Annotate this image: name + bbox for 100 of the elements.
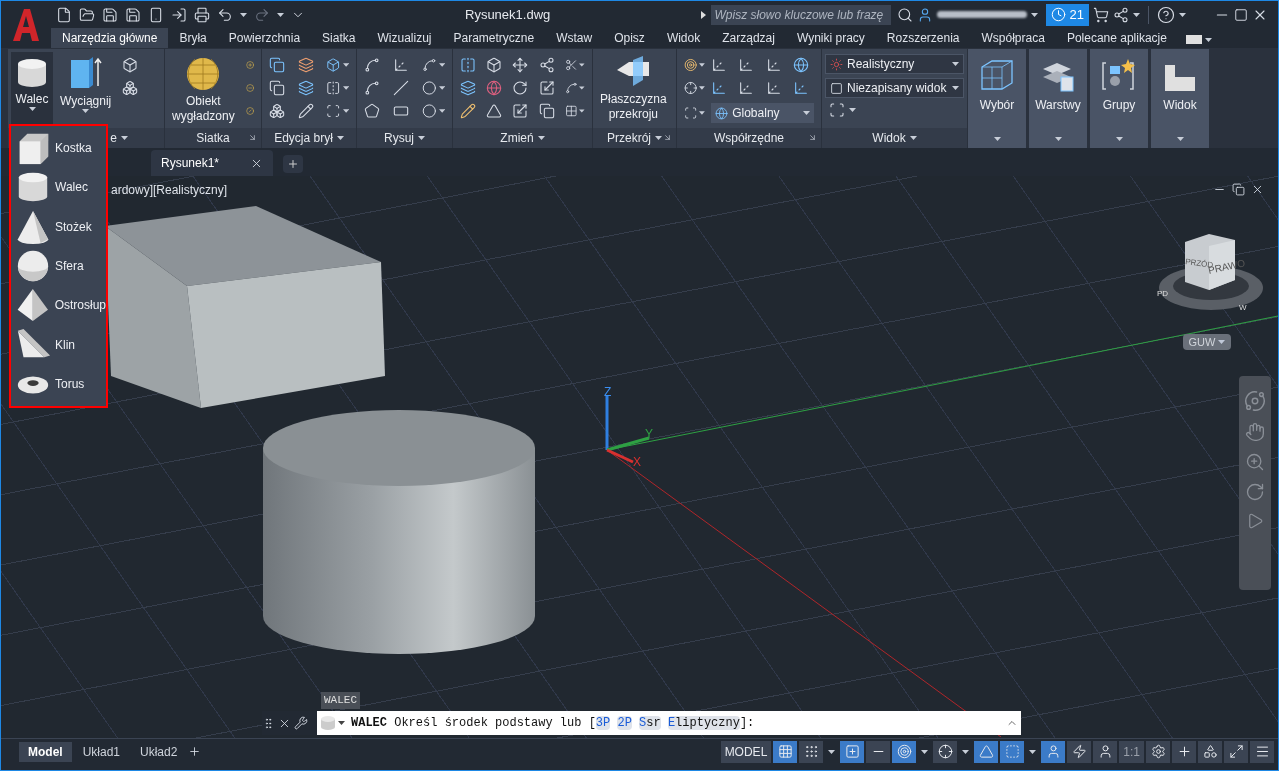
snap-dots-icon[interactable] xyxy=(803,744,819,759)
cube-icon[interactable] xyxy=(486,57,503,73)
caret-icon[interactable] xyxy=(342,86,349,90)
caret-icon[interactable] xyxy=(579,63,585,67)
ucs-icon[interactable] xyxy=(684,57,698,73)
caret-icon[interactable] xyxy=(699,111,706,115)
navigation-bar[interactable] xyxy=(1239,376,1271,590)
scan-icon[interactable] xyxy=(326,103,341,119)
caret-icon[interactable] xyxy=(240,12,247,17)
collapsed-panel[interactable]: Wybór xyxy=(968,49,1026,148)
ribbon-tab[interactable]: Zarządzaj xyxy=(711,28,786,48)
open-folder-icon[interactable] xyxy=(79,6,95,23)
large-tool-button[interactable]: Walec xyxy=(11,52,53,126)
view-dropdown[interactable]: Realistyczny xyxy=(825,54,964,74)
angle-button[interactable] xyxy=(974,740,999,763)
ribbon-tab[interactable]: Polecane aplikacje xyxy=(1055,28,1178,48)
zoom-icon[interactable] xyxy=(1245,452,1265,472)
showmotion-icon[interactable] xyxy=(1246,512,1264,530)
view-cube[interactable]: PRAWO PRZÓD PD W xyxy=(1151,228,1271,316)
ucs-z-icon[interactable] xyxy=(765,57,782,73)
panel-title[interactable]: Rysuj xyxy=(384,129,414,147)
panel-title[interactable]: Zmień xyxy=(500,129,534,147)
ribbon-tab[interactable]: Wyniki pracy xyxy=(785,28,876,48)
ucs-z-axis-icon[interactable] xyxy=(765,80,782,96)
polygon-icon[interactable] xyxy=(364,103,380,119)
shape-menu-item[interactable]: Ostrosłup xyxy=(11,285,106,326)
caret-icon[interactable] xyxy=(438,86,445,90)
globe-icon[interactable] xyxy=(486,80,503,96)
ucs-world-icon[interactable] xyxy=(792,57,809,73)
clock-icon[interactable] xyxy=(1050,7,1066,22)
offset-icon[interactable] xyxy=(538,103,555,119)
large-tool-button[interactable]: Wyciągnij xyxy=(56,52,116,126)
panel-title[interactable]: Widok xyxy=(872,129,906,147)
boxes-icon[interactable] xyxy=(122,80,139,96)
caret-icon[interactable] xyxy=(537,136,545,140)
shape-menu-item[interactable]: Kostka xyxy=(11,128,106,168)
annotation-visibility-button[interactable] xyxy=(1093,740,1118,763)
app-logo-icon[interactable] xyxy=(11,6,41,43)
autoscale-icon[interactable] xyxy=(1071,744,1087,759)
mobile-open-icon[interactable] xyxy=(148,6,164,23)
ribbon-tab[interactable]: Narzędzia główne xyxy=(51,28,169,48)
ribbon-tab[interactable]: Rozszerzenia xyxy=(875,28,971,48)
ucs-view-icon[interactable] xyxy=(684,105,698,121)
view-dropdown[interactable]: Niezapisany widok xyxy=(825,78,964,98)
box-solid-drawing[interactable] xyxy=(105,206,385,408)
grid-button[interactable] xyxy=(773,740,798,763)
ribbon-tab[interactable]: Parametryczne xyxy=(442,28,546,48)
large-tool-button[interactable]: Płaszczyzna przekroju xyxy=(596,52,671,126)
caret-icon[interactable] xyxy=(699,63,706,67)
box-icon[interactable] xyxy=(122,57,139,73)
collapsed-panel[interactable]: Grupy xyxy=(1090,49,1148,148)
caret-icon[interactable] xyxy=(952,86,959,90)
annotation-button[interactable] xyxy=(1041,740,1066,763)
move-icon[interactable] xyxy=(512,57,529,73)
undo-icon[interactable] xyxy=(217,6,233,23)
panel-title[interactable]: Siatka xyxy=(196,129,230,147)
customize-wrench-icon[interactable] xyxy=(294,716,308,730)
caret-icon[interactable] xyxy=(993,137,1001,141)
launcher-icon[interactable] xyxy=(808,133,817,142)
new-tab-button[interactable] xyxy=(283,155,303,173)
caret-icon[interactable] xyxy=(921,749,929,754)
pan-icon[interactable] xyxy=(1245,422,1265,442)
dynamic-input-button[interactable] xyxy=(840,740,865,763)
caret-icon[interactable] xyxy=(952,62,959,66)
model-space-button[interactable]: MODEL xyxy=(720,740,772,763)
import-icon[interactable] xyxy=(171,6,187,23)
annotation-scale-button[interactable]: 1:1 xyxy=(1119,740,1144,763)
collapsed-panel[interactable]: Warstwy xyxy=(1029,49,1087,148)
ucs-origin-icon[interactable] xyxy=(684,80,698,96)
caret-icon[interactable] xyxy=(1054,137,1062,141)
box-icon[interactable] xyxy=(326,57,341,73)
polyline-icon[interactable] xyxy=(364,80,380,96)
plus-icon[interactable] xyxy=(287,158,299,170)
ribbon-tab[interactable]: Powierzchnia xyxy=(217,28,312,48)
stretch-icon[interactable] xyxy=(538,80,555,96)
line-icon[interactable] xyxy=(393,80,409,96)
view-icon[interactable] xyxy=(830,81,843,95)
caret-icon[interactable] xyxy=(82,109,90,113)
caret-icon[interactable] xyxy=(418,136,425,140)
help-icon[interactable] xyxy=(1157,5,1175,24)
caret-icon[interactable] xyxy=(909,136,917,140)
shape-menu-item[interactable]: Stożek xyxy=(11,206,106,247)
maximize-icon[interactable] xyxy=(1234,7,1248,22)
caret-icon[interactable] xyxy=(28,107,36,111)
ucs-previous-icon[interactable] xyxy=(711,80,728,96)
annotation-visibility-icon[interactable] xyxy=(1097,744,1113,759)
caret-icon[interactable] xyxy=(1029,749,1037,754)
cylinder-icon[interactable] xyxy=(15,56,49,90)
restore-viewport-icon[interactable] xyxy=(1232,183,1245,196)
mirror-icon[interactable] xyxy=(460,57,476,73)
large-tool-button[interactable]: Obiekt wygładzony xyxy=(168,52,239,126)
caret-icon[interactable] xyxy=(1030,12,1038,17)
panel-title[interactable]: Edycja brył xyxy=(274,129,333,147)
caret-icon[interactable] xyxy=(849,108,856,112)
caret-icon[interactable] xyxy=(803,111,810,115)
shape-menu-item[interactable]: Klin xyxy=(11,325,106,365)
caret-icon[interactable] xyxy=(342,63,349,67)
layers-icon[interactable] xyxy=(297,80,314,96)
panel-title[interactable]: Współrzędne xyxy=(714,129,784,147)
ucs-x-icon[interactable] xyxy=(738,80,755,96)
